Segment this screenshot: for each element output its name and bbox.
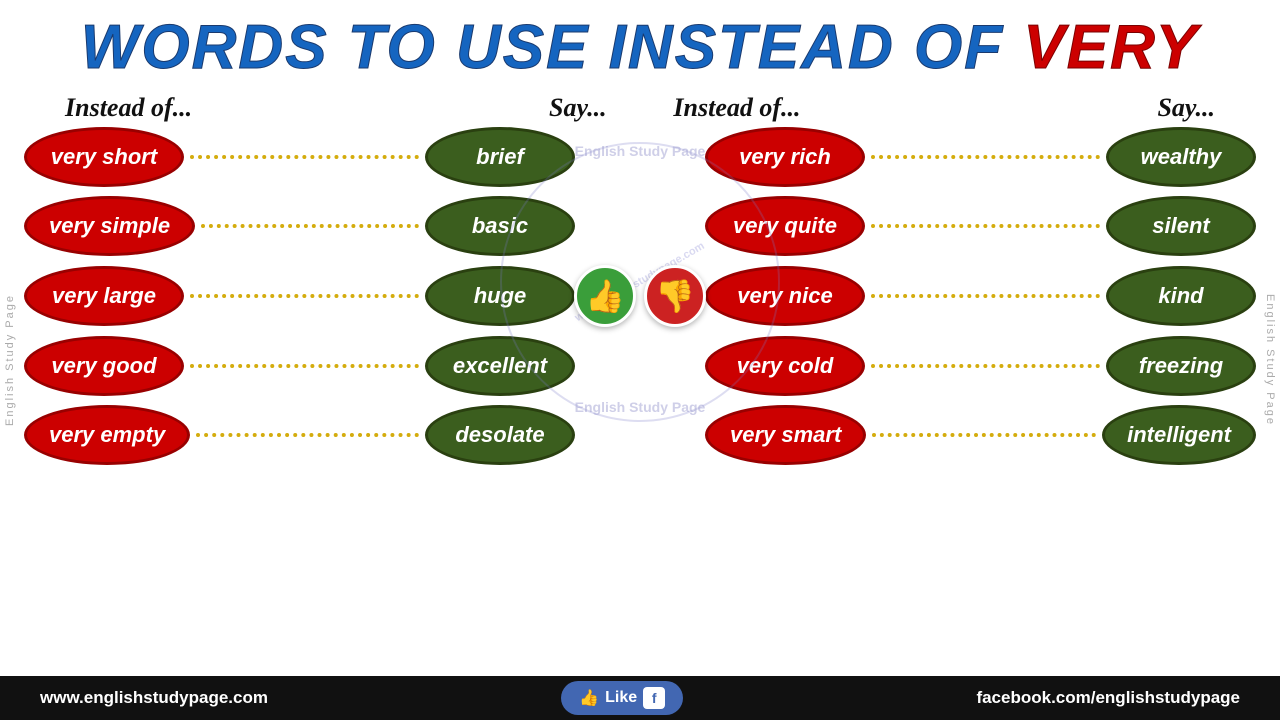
dotted-line-2-right <box>871 294 1100 298</box>
red-oval-3-right: very cold <box>705 336 865 396</box>
green-oval-3-left: excellent <box>425 336 575 396</box>
green-oval-1-left: basic <box>425 196 575 256</box>
header-instead-of-1: Instead of... <box>65 93 192 123</box>
right-pair-4: very smart intelligent <box>705 405 1256 465</box>
dotted-line-1-right <box>871 224 1100 228</box>
red-oval-2-left: very large <box>24 266 184 326</box>
red-oval-1-right: very quite <box>705 196 865 256</box>
dotted-line-4-right <box>872 433 1096 437</box>
right-pair-0: very rich wealthy <box>705 127 1256 187</box>
dotted-line-3-left <box>190 364 419 368</box>
red-oval-2-right: very nice <box>705 266 865 326</box>
table-row: very short brief very rich wealthy <box>24 127 1256 187</box>
thumbs-up-small-icon: 👍 <box>579 688 599 708</box>
table-row: very good excellent very cold freezing <box>24 336 1256 396</box>
header-say-1: Say... <box>549 93 607 123</box>
red-oval-3-left: very good <box>24 336 184 396</box>
green-oval-2-left: huge <box>425 266 575 326</box>
red-oval-4-left: very empty <box>24 405 190 465</box>
dotted-line-0-left <box>190 155 419 159</box>
title-very: VERY <box>1023 13 1199 82</box>
left-pair-0: very short brief <box>24 127 575 187</box>
like-button[interactable]: 👍 Like f <box>561 681 683 715</box>
red-oval-0-right: very rich <box>705 127 865 187</box>
right-pair-3: very cold freezing <box>705 336 1256 396</box>
dotted-line-0-right <box>871 155 1100 159</box>
facebook-icon: f <box>643 687 665 709</box>
left-pair-4: very empty desolate <box>24 405 575 465</box>
green-oval-2-right: kind <box>1106 266 1256 326</box>
green-oval-1-right: silent <box>1106 196 1256 256</box>
footer-facebook: facebook.com/englishstudypage <box>976 688 1240 708</box>
right-pair-2: very nice kind <box>705 266 1256 326</box>
red-oval-0-left: very short <box>24 127 184 187</box>
dotted-line-1-left <box>201 224 419 228</box>
right-pair-1: very quite silent <box>705 196 1256 256</box>
green-oval-4-left: desolate <box>425 405 575 465</box>
word-rows: very short brief very rich wealthy very … <box>24 127 1256 465</box>
table-row: very empty desolate very smart intellige… <box>24 405 1256 465</box>
green-oval-4-right: intelligent <box>1102 405 1256 465</box>
red-oval-1-left: very simple <box>24 196 195 256</box>
dotted-line-4-left <box>196 433 419 437</box>
red-oval-4-right: very smart <box>705 405 866 465</box>
title-bar: WORDS TO USE INSTEAD OF VERY <box>0 0 1280 91</box>
table-row: very simple basic very quite silent <box>24 196 1256 256</box>
title-main: WORDS TO USE INSTEAD OF <box>81 13 1023 82</box>
footer-website: www.englishstudypage.com <box>40 688 268 708</box>
left-pair-1: very simple basic <box>24 196 575 256</box>
green-oval-0-right: wealthy <box>1106 127 1256 187</box>
left-pair-3: very good excellent <box>24 336 575 396</box>
dotted-line-2-left <box>190 294 419 298</box>
header-say-2: Say... <box>1157 93 1215 123</box>
like-text: Like <box>605 689 637 707</box>
header-instead-of-2: Instead of... <box>673 93 800 123</box>
left-pair-2: very large huge <box>24 266 575 326</box>
thumbs-container: 👍 👎 <box>574 265 706 327</box>
footer: www.englishstudypage.com 👍 Like f facebo… <box>0 676 1280 720</box>
green-oval-3-right: freezing <box>1106 336 1256 396</box>
thumbs-down-icon: 👎 <box>644 265 706 327</box>
thumbs-up-icon: 👍 <box>574 265 636 327</box>
dotted-line-3-right <box>871 364 1100 368</box>
table-row: very large huge 👍 👎 very nice kind <box>24 265 1256 327</box>
green-oval-0-left: brief <box>425 127 575 187</box>
center-gap-thumbs: 👍 👎 <box>575 265 705 327</box>
